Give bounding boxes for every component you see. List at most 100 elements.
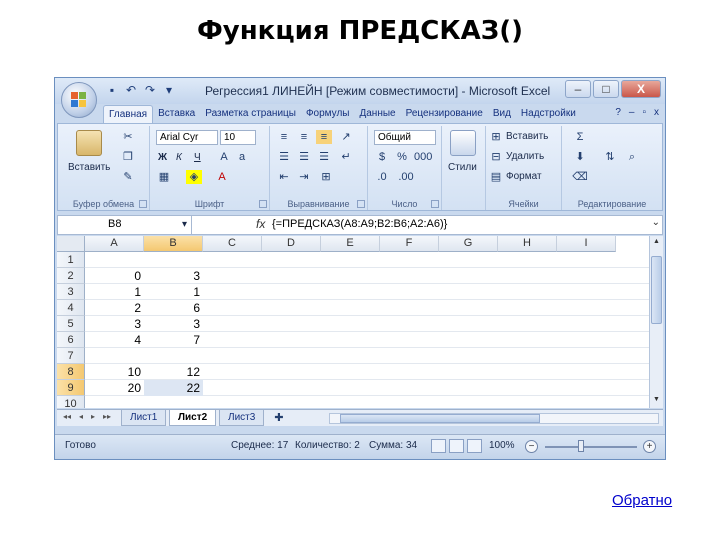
cell-b8[interactable]: 12 (144, 364, 203, 380)
styles-button[interactable]: Стили (448, 162, 477, 173)
decrease-decimal-icon[interactable]: .00 (398, 170, 414, 184)
comma-style-icon[interactable]: 000 (414, 150, 432, 164)
workbook-restore-button[interactable]: ▫ (642, 107, 646, 118)
font-size-select[interactable]: 10 (220, 130, 256, 145)
cell-b6[interactable]: 7 (144, 332, 203, 348)
save-icon[interactable]: ▪ (105, 83, 119, 97)
column-header-g[interactable]: G (439, 236, 498, 252)
tab-home[interactable]: Главная (103, 105, 154, 123)
cell-a2[interactable]: 0 (85, 268, 144, 284)
cell-b1[interactable] (144, 252, 203, 268)
column-header-c[interactable]: C (203, 236, 262, 252)
help-icon[interactable]: ? (615, 107, 621, 118)
cell-b5[interactable]: 3 (144, 316, 203, 332)
column-header-a[interactable]: A (85, 236, 144, 252)
cell-b9[interactable]: 22 (144, 380, 203, 396)
expand-formula-bar-icon[interactable]: ⌄ (652, 217, 660, 228)
alignment-launcher-icon[interactable] (357, 200, 365, 208)
cell-b7[interactable] (144, 348, 203, 364)
sheet-tab-3[interactable]: Лист3 (219, 410, 265, 426)
redo-icon[interactable]: ↷ (143, 83, 157, 97)
zoom-slider-knob[interactable] (578, 440, 584, 452)
cell-a4[interactable]: 2 (85, 300, 144, 316)
insert-cells-button[interactable]: Вставить (506, 131, 548, 142)
row-header-8[interactable]: 8 (57, 364, 85, 380)
fill-color-icon[interactable]: ◈ (186, 170, 202, 184)
cell-a3[interactable]: 1 (85, 284, 144, 300)
row-header-2[interactable]: 2 (57, 268, 85, 284)
shrink-font-icon[interactable]: a (234, 150, 250, 164)
vertical-scroll-thumb[interactable] (651, 256, 662, 324)
cell-a5[interactable]: 3 (85, 316, 144, 332)
copy-icon[interactable]: ❐ (120, 150, 136, 164)
row-header-1[interactable]: 1 (57, 252, 85, 268)
styles-icon[interactable] (450, 130, 476, 156)
cell-a8[interactable]: 10 (85, 364, 144, 380)
select-all-corner[interactable] (57, 236, 85, 252)
align-middle-icon[interactable]: ≡ (296, 130, 312, 144)
undo-icon[interactable]: ↶ (124, 83, 138, 97)
number-launcher-icon[interactable] (431, 200, 439, 208)
normal-view-icon[interactable] (431, 439, 446, 453)
cell-b4[interactable]: 6 (144, 300, 203, 316)
worksheet-grid[interactable]: ABCDEFGHI 1 2 3 4 5 6 7 8 9 10 0 3 1 1 2 6 3 3 4 7 10 12 20 22 (57, 236, 649, 408)
tab-page-layout[interactable]: Разметка страницы (200, 105, 301, 123)
autosum-icon[interactable]: Σ (572, 130, 588, 144)
currency-icon[interactable]: $ (374, 150, 390, 164)
cell-a6[interactable]: 4 (85, 332, 144, 348)
tab-formulas[interactable]: Формулы (301, 105, 355, 123)
row-header-4[interactable]: 4 (57, 300, 85, 316)
align-center-icon[interactable]: ☰ (296, 150, 312, 164)
column-header-h[interactable]: H (498, 236, 557, 252)
horizontal-scroll-thumb[interactable] (340, 414, 540, 423)
row-header-5[interactable]: 5 (57, 316, 85, 332)
increase-decimal-icon[interactable]: .0 (374, 170, 390, 184)
grow-font-icon[interactable]: A (216, 150, 232, 164)
scroll-down-icon[interactable]: ▼ (651, 396, 662, 406)
column-header-b[interactable]: B (144, 236, 203, 252)
insert-function-icon[interactable]: fx (256, 217, 265, 231)
qat-customize-icon[interactable]: ▾ (162, 83, 176, 97)
sheet-tab-1[interactable]: Лист1 (121, 410, 167, 426)
font-color-icon[interactable]: A (214, 170, 230, 184)
name-box[interactable]: B8 (58, 216, 192, 234)
delete-cells-icon[interactable]: ⊟ (488, 150, 504, 164)
tab-insert[interactable]: Вставка (153, 105, 200, 123)
minimize-button[interactable]: – (565, 80, 591, 98)
zoom-slider[interactable] (545, 446, 637, 448)
office-button[interactable] (61, 82, 97, 118)
zoom-level[interactable]: 100% (489, 440, 515, 451)
formula-input[interactable]: {=ПРЕДСКАЗ(A8:A9;B2:B6;A2:A6)} (272, 218, 447, 230)
prev-sheet-icon[interactable]: ◂ (79, 412, 83, 421)
align-bottom-icon[interactable]: ≡ (316, 130, 332, 144)
bold-button[interactable]: Ж (158, 152, 167, 163)
tab-view[interactable]: Вид (488, 105, 516, 123)
zoom-out-button[interactable]: − (525, 440, 538, 453)
format-cells-button[interactable]: Формат (506, 171, 542, 182)
row-header-7[interactable]: 7 (57, 348, 85, 364)
column-header-e[interactable]: E (321, 236, 380, 252)
back-link[interactable]: Обратно (612, 492, 672, 509)
insert-sheet-icon[interactable]: ✚ (271, 411, 287, 425)
workbook-close-button[interactable]: x (654, 107, 659, 118)
column-header-d[interactable]: D (262, 236, 321, 252)
clear-icon[interactable]: ⌫ (572, 170, 588, 184)
paste-icon[interactable] (76, 130, 102, 156)
find-select-icon[interactable]: ⌕ (624, 150, 640, 164)
cell-a1[interactable] (85, 252, 144, 268)
name-box-dropdown-icon[interactable]: ▾ (182, 219, 187, 230)
vertical-scrollbar[interactable]: ▲ ▼ (649, 236, 663, 408)
clipboard-launcher-icon[interactable] (139, 200, 147, 208)
row-header-10[interactable]: 10 (57, 396, 85, 408)
borders-icon[interactable]: ▦ (156, 170, 172, 184)
orientation-icon[interactable]: ↗ (338, 130, 354, 144)
cell-b10[interactable] (144, 396, 203, 408)
fill-icon[interactable]: ⬇ (572, 150, 588, 164)
insert-cells-icon[interactable]: ⊞ (488, 130, 504, 144)
number-format-select[interactable]: Общий (374, 130, 436, 145)
tab-addins[interactable]: Надстройки (516, 105, 581, 123)
font-name-select[interactable]: Arial Cyr (156, 130, 218, 145)
italic-button[interactable]: К (176, 152, 182, 163)
align-right-icon[interactable]: ☰ (316, 150, 332, 164)
merge-center-icon[interactable]: ⊞ (318, 170, 334, 184)
